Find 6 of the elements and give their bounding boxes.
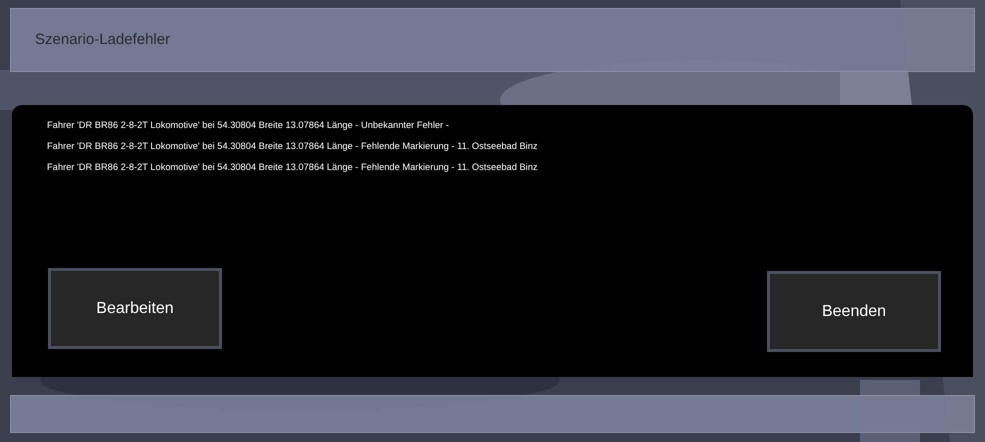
error-message: Fahrer 'DR BR86 2-8-2T Lokomotive' bei 54.30804 Breite 13.07864 Länge - Fehlende Markierung - 11. Ostseebad Binz	[47, 140, 539, 153]
edit-button[interactable]: Bearbeiten	[48, 268, 222, 349]
error-message: Fahrer 'DR BR86 2-8-2T Lokomotive' bei 54.30804 Breite 13.07864 Länge - Fehlende Markierung - 11. Ostseebad Binz	[47, 161, 539, 174]
error-message: Fahrer 'DR BR86 2-8-2T Lokomotive' bei 54.30804 Breite 13.07864 Länge - Unbekannter Fehler -	[47, 119, 450, 132]
quit-button[interactable]: Beenden	[767, 271, 941, 352]
dialog-title: Szenario-Ladefehler	[35, 30, 170, 50]
